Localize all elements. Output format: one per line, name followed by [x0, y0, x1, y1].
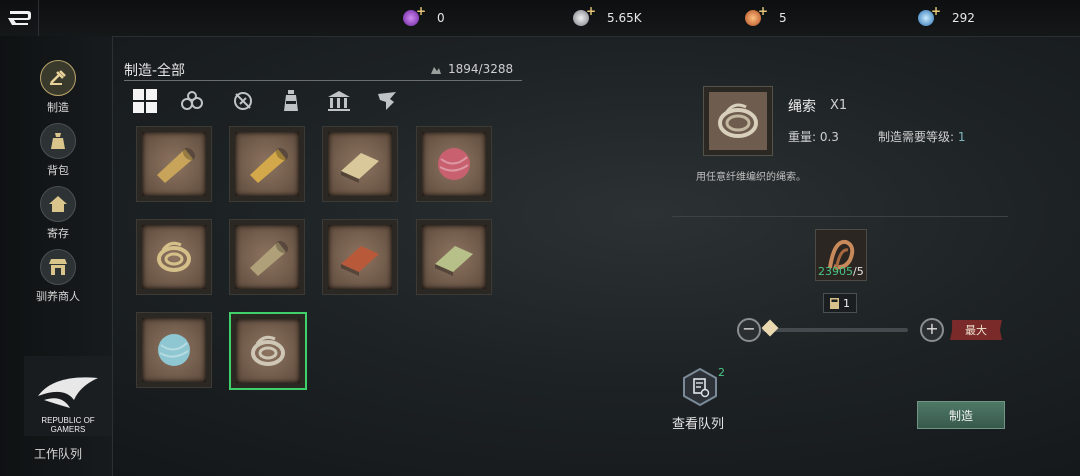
- tools-icon: [234, 92, 252, 110]
- beast-icon: [378, 92, 396, 110]
- leather-fold-icon: [341, 246, 379, 276]
- increase-button[interactable]: +: [920, 318, 944, 342]
- tab-all[interactable]: [130, 88, 160, 114]
- currency-value: 292: [952, 11, 975, 25]
- work-queue-label[interactable]: 工作队列: [34, 445, 82, 462]
- nav-tame-merchant[interactable]: 驯养商人: [36, 249, 80, 304]
- house-icon: [40, 186, 76, 222]
- svg-text:REPUBLIC OF: REPUBLIC OF: [41, 416, 94, 425]
- tab-tools[interactable]: [228, 88, 258, 114]
- capacity-icon: [431, 67, 441, 74]
- green-fabric-icon: [435, 246, 473, 276]
- item-slot-leather-fold[interactable]: [322, 219, 398, 295]
- svg-text:GAMERS: GAMERS: [51, 425, 86, 434]
- nav-storage[interactable]: 寄存: [36, 186, 80, 241]
- item-slot-silk-bolt[interactable]: [229, 126, 305, 202]
- required-level-label: 制造需要等级:: [878, 130, 955, 144]
- nav-label: 寄存: [47, 227, 69, 240]
- view-queue-label[interactable]: 查看队列: [672, 413, 724, 432]
- tab-building[interactable]: [324, 88, 354, 114]
- blue-yarn-ball-icon: [158, 334, 190, 366]
- currency-purple[interactable]: + 0: [403, 4, 445, 30]
- nav-label: 制造: [47, 101, 69, 114]
- material-need: /5: [853, 265, 864, 278]
- rog-eye-icon: REPUBLIC OF GAMERS: [38, 377, 98, 434]
- logs-icon: [181, 91, 203, 110]
- craft-amount-value: 1: [843, 296, 850, 310]
- max-button[interactable]: 最大: [950, 320, 1002, 340]
- hammer-icon: [40, 60, 76, 96]
- title-divider: [124, 80, 522, 81]
- currency-value: 5: [779, 11, 787, 25]
- item-description: 用任意纤维编织的绳索。: [696, 172, 806, 183]
- rog-logo: REPUBLIC OF GAMERS: [24, 356, 112, 436]
- copper-gem-icon: +: [745, 4, 768, 26]
- nav-label: 背包: [47, 164, 69, 177]
- item-slot-cloth-bolt[interactable]: [136, 126, 212, 202]
- item-slot-rope-coil[interactable]: [136, 219, 212, 295]
- cloth-bolt-icon: [157, 147, 196, 183]
- back-arrow-icon: [8, 11, 31, 25]
- item-slot-rope-coil-selected[interactable]: [229, 312, 307, 390]
- building-icon: [328, 91, 350, 111]
- nav-craft[interactable]: 制造: [36, 60, 80, 115]
- currency-silver[interactable]: + 5.65K: [573, 4, 642, 30]
- material-count: 23905/5: [818, 265, 864, 278]
- rope-coil-icon: [157, 241, 191, 272]
- currency-copper[interactable]: + 5: [745, 4, 787, 30]
- silver-coin-icon: +: [573, 4, 596, 26]
- nav-bag[interactable]: 背包: [36, 123, 80, 178]
- queue-badge: 2: [718, 366, 725, 379]
- item-quantity: X1: [830, 98, 848, 113]
- decrease-button[interactable]: −: [737, 318, 761, 342]
- tab-consumables[interactable]: [276, 88, 306, 114]
- tab-materials[interactable]: [178, 88, 208, 114]
- currency-value: 0: [437, 11, 445, 25]
- slider-thumb[interactable]: [761, 319, 779, 337]
- craft-title: 制造-全部: [124, 63, 186, 79]
- potion-icon: [284, 90, 298, 111]
- tab-taming[interactable]: [372, 88, 402, 114]
- nav-label: 驯养商人: [36, 290, 80, 303]
- view-queue-button[interactable]: [682, 367, 718, 407]
- selected-item-icon: [703, 86, 773, 156]
- rope-coil-selected-icon: [251, 335, 285, 366]
- item-slot-canvas-fold[interactable]: [322, 126, 398, 202]
- currency-blue[interactable]: + 292: [918, 4, 975, 30]
- detail-divider: [672, 216, 1008, 217]
- item-weight: 重量: 0.3: [788, 130, 839, 144]
- rope-icon: [709, 92, 767, 150]
- required-level: 制造需要等级: 1: [878, 128, 966, 145]
- purple-orb-icon: +: [403, 4, 426, 26]
- calculator-icon: [830, 297, 839, 309]
- craft-amount: 1: [823, 293, 857, 313]
- blue-crystal-icon: +: [918, 4, 941, 26]
- queue-list-icon: [683, 367, 717, 407]
- material-have: 23905: [818, 265, 853, 278]
- back-button[interactable]: [0, 0, 39, 36]
- craft-button[interactable]: 制造: [917, 401, 1005, 429]
- bag-icon: [40, 123, 76, 159]
- required-level-value: 1: [957, 130, 966, 144]
- grid-icon: [133, 89, 157, 113]
- silk-bolt-icon: [250, 147, 289, 183]
- canvas-fold-icon: [341, 153, 379, 183]
- red-yarn-ball-icon: [438, 148, 470, 180]
- item-slot-green-fabric[interactable]: [416, 219, 492, 295]
- amount-slider[interactable]: [762, 328, 908, 332]
- item-slot-red-yarn-ball[interactable]: [416, 126, 492, 202]
- capacity-value: 1894/3288: [448, 62, 514, 76]
- item-slot-blue-yarn-ball[interactable]: [136, 312, 212, 388]
- item-name: 绳索: [788, 99, 816, 115]
- item-slot-linen-roll[interactable]: [229, 219, 305, 295]
- currency-value: 5.65K: [607, 11, 642, 25]
- linen-roll-icon: [250, 240, 289, 276]
- merchant-icon: [40, 249, 76, 285]
- capacity: 1894/3288: [430, 62, 513, 76]
